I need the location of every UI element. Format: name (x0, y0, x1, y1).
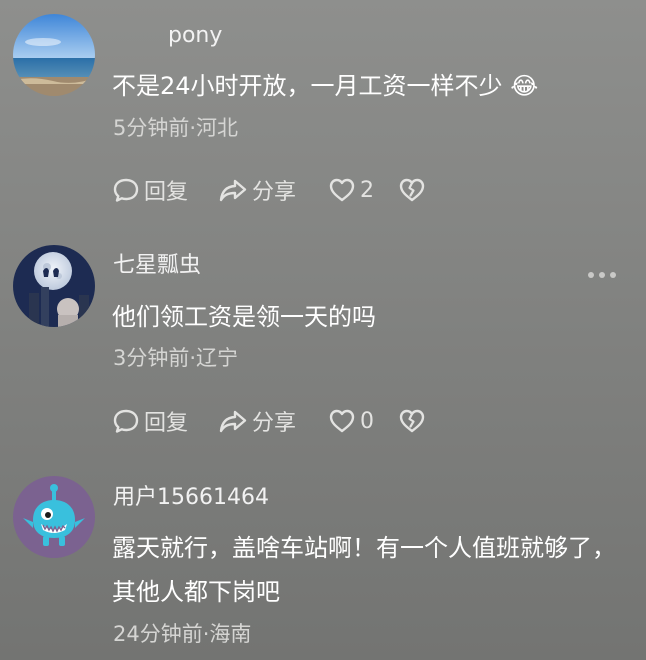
avatar[interactable] (13, 476, 95, 558)
more-options-button[interactable] (588, 268, 616, 282)
comment-item: pony 不是24小时开放，一月工资一样不少 😂 5分钟前·河北 回复 分享 2 (0, 0, 646, 230)
comment-actions: 回复 分享 2 (112, 172, 426, 208)
laughing-crying-emoji-icon: 😂 (510, 72, 539, 100)
heart-icon (329, 409, 355, 433)
heart-icon (329, 178, 355, 202)
like-button[interactable]: 2 (328, 176, 398, 204)
comment-author[interactable]: 用户15661464 (113, 484, 269, 512)
comment-text-body: 露天就行，盖啥车站啊！有一个人值班就够了，其他人都下岗吧 (112, 534, 616, 606)
share-label: 分享 (252, 180, 297, 205)
like-count: 0 (360, 408, 374, 434)
reply-button[interactable]: 回复 (112, 174, 218, 206)
comment-text-body: 不是24小时开放，一月工资一样不少 (112, 72, 503, 100)
speech-bubble-icon (113, 178, 139, 202)
speech-bubble-icon (113, 409, 139, 433)
more-dots-icon (610, 272, 616, 278)
comment-time-location: 3分钟前·辽宁 (113, 346, 239, 370)
dislike-button[interactable] (398, 176, 426, 204)
comment-time-location: 5分钟前·河北 (113, 116, 239, 140)
reply-label: 回复 (144, 180, 189, 205)
comment-item: 用户15661464 露天就行，盖啥车站啊！有一个人值班就够了，其他人都下岗吧 … (0, 462, 646, 660)
share-arrow-icon (219, 179, 247, 202)
share-arrow-icon (219, 410, 247, 433)
comment-text: 他们领工资是领一天的吗 (112, 295, 622, 339)
reply-label: 回复 (144, 411, 189, 436)
more-dots-icon (599, 272, 605, 278)
share-button[interactable]: 分享 (218, 174, 328, 206)
broken-heart-icon (399, 409, 425, 433)
comment-actions: 回复 分享 0 (112, 403, 426, 439)
comment-item: 七星瓢虫 他们领工资是领一天的吗 3分钟前·辽宁 回复 分享 0 (0, 230, 646, 462)
share-button[interactable]: 分享 (218, 405, 328, 437)
comment-author[interactable]: pony (168, 22, 222, 50)
comment-text: 露天就行，盖啥车站啊！有一个人值班就够了，其他人都下岗吧 (112, 526, 622, 614)
avatar[interactable] (13, 14, 95, 96)
share-label: 分享 (252, 411, 297, 436)
comment-author[interactable]: 七星瓢虫 (113, 252, 201, 280)
comment-text: 不是24小时开放，一月工资一样不少 😂 (112, 64, 622, 108)
comment-text-body: 他们领工资是领一天的吗 (112, 303, 376, 331)
comment-time-location: 24分钟前·海南 (113, 622, 252, 646)
like-count: 2 (360, 177, 374, 203)
more-dots-icon (588, 272, 594, 278)
dislike-button[interactable] (398, 407, 426, 435)
like-button[interactable]: 0 (328, 407, 398, 435)
broken-heart-icon (399, 178, 425, 202)
avatar[interactable] (13, 245, 95, 327)
reply-button[interactable]: 回复 (112, 405, 218, 437)
